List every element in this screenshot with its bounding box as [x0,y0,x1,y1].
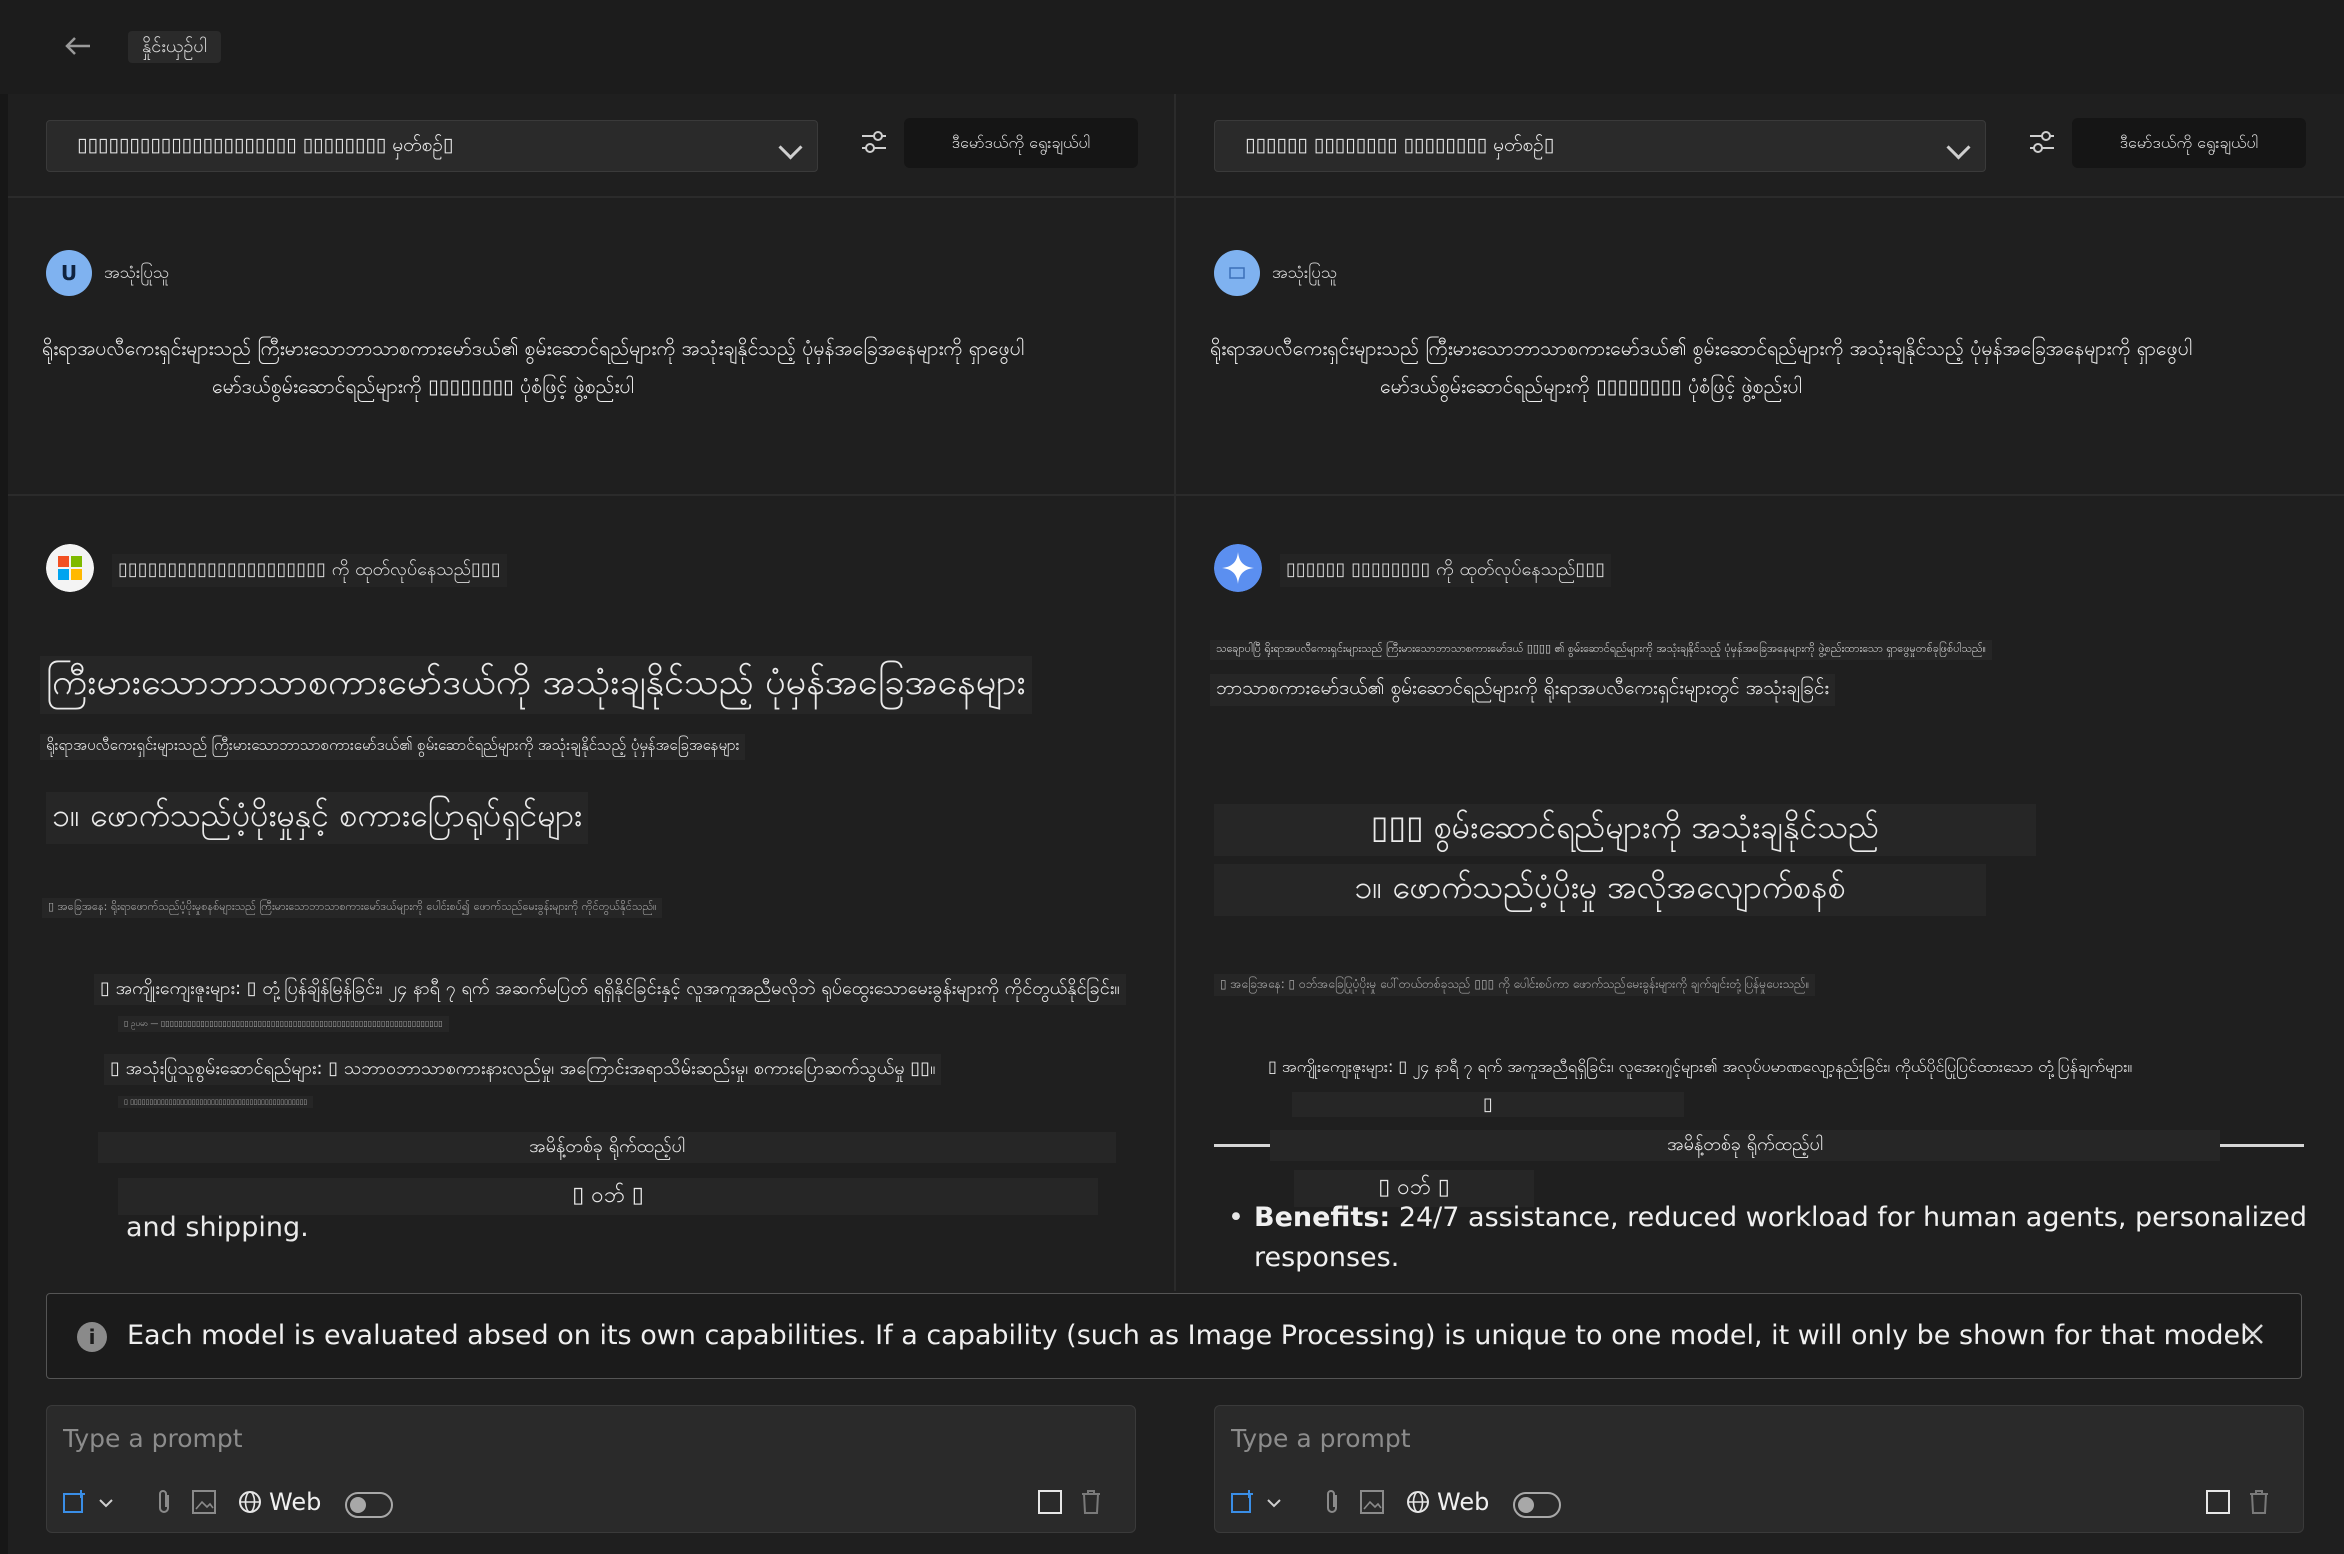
web-toggle[interactable] [1513,1492,1561,1518]
pane-header: ▯▯▯▯▯▯ ▯▯▯▯▯▯▯▯ ▯▯▯▯▯▯▯▯ မှတ်စဉ်▯ ဒီမော်… [1176,94,2344,198]
select-model-button[interactable]: ဒီမော်ဒယ်ကို ရွေးချယ်ပါ [904,118,1138,168]
response-section-heading: ၁။ ဖောက်သည်ပံ့ပိုးမှုနှင့် စကားပြောရုပ်ရ… [46,792,588,844]
model-dropdown[interactable]: ▯▯▯▯▯▯▯▯▯▯▯▯▯▯▯▯▯▯▯▯▯ ▯▯▯▯▯▯▯▯ မှတ်စဉ်▯ [46,120,818,172]
trash-icon[interactable] [1079,1482,1103,1522]
model-dropdown[interactable]: ▯▯▯▯▯▯ ▯▯▯▯▯▯▯▯ ▯▯▯▯▯▯▯▯ မှတ်စဉ်▯ [1214,120,1986,172]
bullet-text: 24/7 assistance, reduced workload for hu… [1398,1202,2308,1233]
select-model-button[interactable]: ဒီမော်ဒယ်ကို ရွေးချယ်ပါ [2072,118,2306,168]
image-icon[interactable] [1359,1482,1385,1522]
response-subtitle: ရိုးရာအပလီကေးရှင်းများသည် ကြီးမားသောဘာသာ… [40,734,746,760]
response-scenario-line: ▯ အခြေအနေ: ရိုးရာဖောက်သည်ပံ့ပိုးမှုစနစ်မ… [42,898,663,918]
response-heading: ကြီးမားသောဘာသာစကားမော်ဒယ်ကို အသုံးချနိုင… [40,656,1032,714]
response-section-heading: ၁။ ဖောက်သည်ပံ့ပိုးမှု အလိုအလျောက်စနစ် [1214,864,1986,916]
response-scenario-line: ▯ အခြေအနေ: ▯ ဝဘ်အခြေပြုပံ့ပိုးမှု ပေါ်တယ… [1214,974,1816,996]
response-text-fragment: and shipping. [126,1212,309,1243]
response-example-line: ▯ ဥပမာ — ▯▯▯▯▯▯▯▯▯▯▯▯▯▯▯▯▯▯▯▯▯▯▯▯▯▯▯▯▯▯▯… [118,1016,449,1032]
top-bar: နှိုင်းယှဉ်ပါ [0,0,2344,95]
web-label: Web [269,1488,322,1516]
user-message-block: အသုံးပြုသူ ရိုးရာအပလီကေးရှင်းများသည် ကြီ… [1176,198,2344,496]
chevron-down-icon[interactable] [1265,1482,1283,1522]
left-edge-strip [0,94,8,1554]
comparison-pane-left: ▯▯▯▯▯▯▯▯▯▯▯▯▯▯▯▯▯▯▯▯▯ ▯▯▯▯▯▯▯▯ မှတ်စဉ်▯ … [8,94,1176,1291]
attach-paperclip-icon[interactable] [1321,1482,1343,1522]
prompt-input[interactable] [61,1420,1105,1456]
info-icon: i [77,1322,107,1352]
generating-status: ▯▯▯▯▯▯▯▯▯▯▯▯▯▯▯▯▯▯▯▯▯ ကို ထုတ်လုပ်နေသည်▯… [112,554,507,587]
microsoft-logo-icon [46,544,94,592]
user-avatar-icon [1214,250,1260,296]
response-prompt-line: အမိန့်တစ်ခု ရိုက်ထည့်ပါ [1270,1130,2220,1161]
chevron-down-icon [1946,135,1971,160]
response-benefits-line: ▯ အကျိုးကျေးဇူးများ: ▯ ၂၄ နာရီ ၇ ရက် အကူ… [1268,1057,2133,1076]
bullet-label: Benefits: [1254,1202,1391,1233]
user-name: အသုံးပြုသူ [104,263,170,283]
response-intro-line: ဘာသာစကားမော်ဒယ်၏ စွမ်းဆောင်ရည်များကို ရိ… [1210,674,1836,706]
response-heading: ▯▯▯ စွမ်းဆောင်ရည်များကို အသုံးချနိုင်သည် [1214,804,2036,856]
response-placeholder-line: ▯ [1292,1092,1684,1117]
response-block: ▯▯▯▯▯▯▯▯▯▯▯▯▯▯▯▯▯▯▯▯▯ ကို ထုတ်လုပ်နေသည်▯… [8,496,1174,1291]
response-intro-line: သချောပါပြီ ရိုးရာအပလီကေးရှင်းများသည် ကြီ… [1210,640,1992,660]
capability-notice: i Each model is evaluated absed on its o… [46,1293,2302,1379]
bullet-dot: • [1228,1202,1244,1233]
prompt-input[interactable] [1229,1420,2273,1456]
prompt-tools-icon[interactable] [1229,1482,1259,1522]
prompt-tools-icon[interactable] [61,1482,91,1522]
user-message-line: ရိုးရာအပလီကေးရှင်းများသည် ကြီးမားသောဘာသာ… [1210,337,2193,360]
pane-header: ▯▯▯▯▯▯▯▯▯▯▯▯▯▯▯▯▯▯▯▯▯ ▯▯▯▯▯▯▯▯ မှတ်စဉ်▯ … [8,94,1174,198]
compare-label: နှိုင်းယှဉ်ပါ [128,31,221,63]
notice-text: Each model is evaluated absed on its own… [127,1320,2257,1351]
sliders-icon[interactable] [2028,128,2056,156]
web-label: Web [1437,1488,1490,1516]
image-icon[interactable] [191,1482,217,1522]
response-prompt-line: အမိန့်တစ်ခု ရိုက်ထည့်ပါ [98,1132,1116,1163]
user-message-block: U အသုံးပြုသူ ရိုးရာအပလီကေးရှင်းများသည် က… [8,198,1174,496]
user-message-line: ရိုးရာအပလီကေးရှင်းများသည် ကြီးမားသောဘာသာ… [42,337,1025,360]
generating-status: ▯▯▯▯▯▯ ▯▯▯▯▯▯▯▯ ကို ထုတ်လုပ်နေသည်▯▯▯ [1280,554,1612,587]
user-message: ရိုးရာအပလီကေးရှင်းများသည် ကြီးမားသောဘာသာ… [42,330,1142,406]
globe-icon [237,1482,263,1522]
bullet-text: responses. [1254,1242,1400,1273]
chevron-down-icon [778,135,803,160]
response-capabilities-line: ▯ အသုံးပြုသူစွမ်းဆောင်ရည်များ: ▯ သဘာဝဘာသ… [104,1054,942,1085]
chevron-down-icon[interactable] [97,1482,115,1522]
gemini-star-icon [1214,544,1262,592]
user-avatar: U [46,250,92,296]
stop-square-icon[interactable] [1037,1482,1063,1522]
prompt-composer-right: Web [1214,1405,2304,1533]
comparison-pane-right: ▯▯▯▯▯▯ ▯▯▯▯▯▯▯▯ ▯▯▯▯▯▯▯▯ မှတ်စဉ်▯ ဒီမော်… [1176,94,2344,1291]
stop-square-icon[interactable] [2205,1482,2231,1522]
globe-icon [1405,1482,1431,1522]
user-message-line: မော်ဒယ်စွမ်းဆောင်ရည်များကို ▯▯▯▯▯▯▯▯ ပုံ… [1380,375,1802,398]
composer-toolbar: Web [1229,1482,2289,1522]
composer-toolbar: Web [61,1482,1121,1522]
trash-icon[interactable] [2247,1482,2271,1522]
response-benefits-line: ▯ အကျိုးကျေးဇူးများ: ▯ တုံ့ပြန်ချိန်မြန်… [94,974,1126,1005]
web-toggle[interactable] [345,1492,393,1518]
attach-paperclip-icon[interactable] [153,1482,175,1522]
user-message: ရိုးရာအပလီကေးရှင်းများသည် ကြီးမားသောဘာသာ… [1210,330,2310,406]
user-name: အသုံးပြုသူ [1272,263,1338,283]
sliders-icon[interactable] [860,128,888,156]
close-icon[interactable] [2235,1316,2271,1352]
response-note-line: ▯ ▯▯▯▯▯▯▯▯▯▯▯▯▯▯▯▯▯▯▯▯▯▯▯▯▯▯▯▯▯▯▯▯▯▯▯▯▯▯… [118,1096,314,1108]
prompt-composer-left: Web [46,1405,1136,1533]
model-name: ▯▯▯▯▯▯ ▯▯▯▯▯▯▯▯ ▯▯▯▯▯▯▯▯ မှတ်စဉ်▯ [1245,134,1555,156]
response-block: ▯▯▯▯▯▯ ▯▯▯▯▯▯▯▯ ကို ထုတ်လုပ်နေသည်▯▯▯ သချ… [1176,496,2344,1291]
back-arrow-icon[interactable] [60,28,96,64]
model-name: ▯▯▯▯▯▯▯▯▯▯▯▯▯▯▯▯▯▯▯▯▯ ▯▯▯▯▯▯▯▯ မှတ်စဉ်▯ [77,134,454,156]
user-message-line: မော်ဒယ်စွမ်းဆောင်ရည်များကို ▯▯▯▯▯▯▯▯ ပုံ… [212,375,634,398]
